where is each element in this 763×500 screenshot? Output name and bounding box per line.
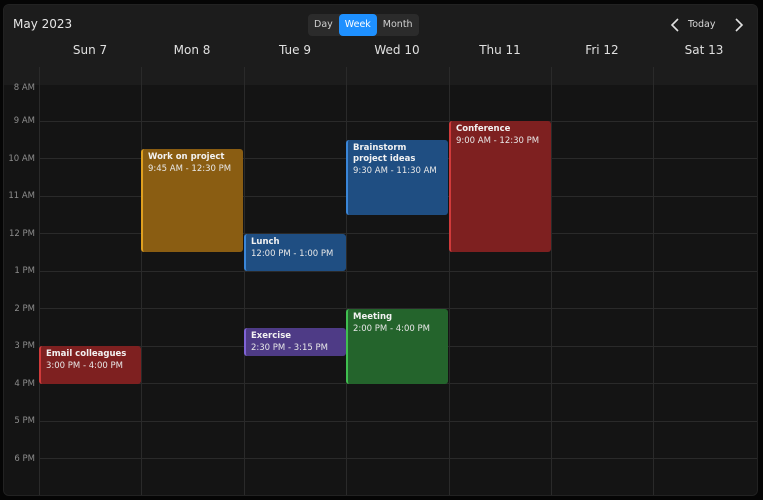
- view-month-button[interactable]: Month: [377, 14, 419, 36]
- time-label: 3 PM: [14, 341, 35, 351]
- event-email-colleagues[interactable]: Email colleagues 3:00 PM - 4:00 PM: [39, 346, 141, 384]
- event-title: Meeting: [353, 312, 393, 322]
- event-title: Conference: [456, 124, 511, 134]
- event-time: 9:00 AM - 12:30 PM: [456, 136, 540, 146]
- calendar-app: May 2023 Day Week Month Today Sun 7 Mon …: [3, 4, 758, 496]
- day-header-wed: Wed 10: [374, 43, 420, 57]
- time-label: 8 AM: [13, 83, 35, 93]
- hour-line: [39, 421, 757, 422]
- hour-line: [39, 458, 757, 459]
- hour-line: [39, 271, 757, 272]
- day-header-sat: Sat 13: [684, 43, 724, 57]
- next-week-button[interactable]: [732, 16, 746, 34]
- day-header-tue: Tue 9: [279, 43, 311, 57]
- day-header-mon: Mon 8: [173, 43, 211, 57]
- time-label: 1 PM: [14, 266, 35, 276]
- view-switcher: Day Week Month: [308, 14, 419, 36]
- event-time: 3:00 PM - 4:00 PM: [46, 361, 123, 371]
- event-work-on-project[interactable]: Work on project 9:45 AM - 12:30 PM: [141, 149, 243, 252]
- time-label: 6 PM: [14, 454, 35, 464]
- day-divider: [551, 67, 552, 495]
- event-title: Email colleagues: [46, 349, 127, 359]
- event-exercise[interactable]: Exercise 2:30 PM - 3:15 PM: [244, 328, 346, 356]
- event-title: Exercise: [251, 331, 292, 341]
- chevron-left-icon: [670, 18, 679, 32]
- month-title: May 2023: [13, 17, 73, 31]
- day-header-thu: Thu 11: [479, 43, 521, 57]
- event-title: Brainstorm project ideas: [353, 143, 416, 164]
- event-time: 9:45 AM - 12:30 PM: [148, 164, 232, 174]
- time-label: 4 PM: [14, 379, 35, 389]
- event-meeting[interactable]: Meeting 2:00 PM - 4:00 PM: [346, 309, 448, 384]
- event-brainstorm-project-ideas[interactable]: Brainstorm project ideas 9:30 AM - 11:30…: [346, 140, 448, 215]
- previous-week-button[interactable]: [668, 16, 682, 34]
- day-divider: [141, 67, 142, 495]
- hour-line: [39, 121, 757, 122]
- day-divider: [244, 67, 245, 495]
- time-label: 9 AM: [13, 116, 35, 126]
- day-header-fri: Fri 12: [585, 43, 619, 57]
- event-title: Work on project: [148, 152, 225, 162]
- day-header-sun: Sun 7: [72, 43, 108, 57]
- event-time: 12:00 PM - 1:00 PM: [251, 249, 334, 259]
- time-label: 10 AM: [8, 154, 35, 164]
- event-time: 9:30 AM - 11:30 AM: [353, 166, 437, 176]
- day-divider: [653, 67, 654, 495]
- chevron-right-icon: [735, 18, 744, 32]
- today-button[interactable]: Today: [688, 19, 715, 30]
- day-divider: [39, 67, 40, 495]
- event-lunch[interactable]: Lunch 12:00 PM - 1:00 PM: [244, 234, 346, 271]
- time-label: 5 PM: [14, 416, 35, 426]
- event-time: 2:00 PM - 4:00 PM: [353, 324, 430, 334]
- time-label: 11 AM: [8, 191, 35, 201]
- event-conference[interactable]: Conference 9:00 AM - 12:30 PM: [449, 121, 551, 252]
- event-title: Lunch: [251, 237, 280, 247]
- view-day-button[interactable]: Day: [308, 14, 339, 36]
- time-label: 12 PM: [9, 229, 35, 239]
- view-week-button[interactable]: Week: [338, 14, 377, 36]
- time-label: 2 PM: [14, 304, 35, 314]
- event-time: 2:30 PM - 3:15 PM: [251, 343, 328, 353]
- day-divider: [346, 67, 347, 495]
- calendar-header: May 2023 Day Week Month Today Sun 7 Mon …: [4, 5, 757, 85]
